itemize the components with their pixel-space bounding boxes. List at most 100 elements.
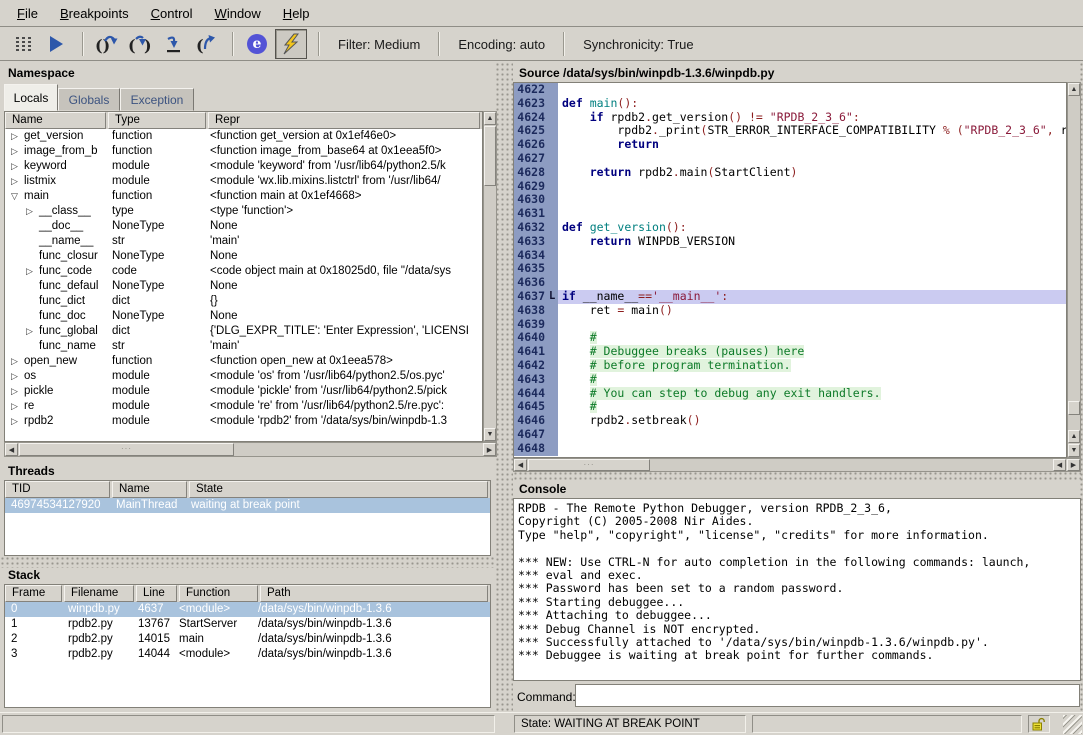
table-row[interactable]: ▽mainfunction<function main at 0x1ef4668…	[5, 189, 482, 204]
go-button[interactable]	[41, 30, 71, 58]
source-vscrollbar[interactable]: ▲ ▲ ▼	[1067, 82, 1081, 458]
gutter-margin[interactable]	[549, 193, 558, 207]
namespace-table[interactable]: NameTypeRepr ▷get_versionfunction<functi…	[4, 111, 483, 442]
table-row[interactable]: ▷listmixmodule<module 'wx.lib.mixins.lis…	[5, 174, 482, 189]
gutter-margin[interactable]	[549, 235, 558, 249]
line-number[interactable]: 4631	[514, 207, 549, 221]
column-header-state[interactable]: State	[189, 481, 488, 498]
resize-grip[interactable]	[1063, 715, 1082, 734]
gutter-margin[interactable]	[549, 262, 558, 276]
expand-closed-icon[interactable]: ▷	[11, 174, 24, 189]
column-header-name[interactable]: Name	[5, 112, 106, 129]
table-row[interactable]: ▷picklemodule<module 'pickle' from '/usr…	[5, 384, 482, 399]
synchronicity-button[interactable]	[275, 29, 307, 59]
scroll-up-icon[interactable]: ▲	[1068, 83, 1080, 96]
line-number[interactable]: 4623	[514, 97, 549, 111]
source-code[interactable]: 46224623def main():4624 if rpdb2.get_ver…	[513, 82, 1067, 458]
stack-table[interactable]: FrameFilenameLineFunctionPath 0winpdb.py…	[4, 584, 491, 708]
gutter-margin[interactable]	[549, 221, 558, 235]
expand-closed-icon[interactable]: ▷	[11, 369, 24, 384]
menu-file[interactable]: File	[6, 2, 49, 25]
gutter-margin[interactable]	[549, 304, 558, 318]
scroll-left-icon[interactable]: ◀	[5, 443, 18, 456]
scroll-right-icon[interactable]: ▶	[483, 443, 496, 456]
expand-closed-icon[interactable]: ▷	[26, 204, 39, 219]
scroll-left-icon[interactable]: ◀	[1053, 459, 1066, 471]
scroll-thumb[interactable]: ···	[528, 459, 650, 471]
table-row[interactable]: ▷image_from_bfunction<function image_fro…	[5, 144, 482, 159]
line-number[interactable]: 4644	[514, 387, 549, 401]
line-number[interactable]: 4625	[514, 124, 549, 138]
gutter-margin[interactable]	[549, 318, 558, 332]
gutter-margin[interactable]	[549, 331, 558, 345]
gutter-margin[interactable]	[549, 373, 558, 387]
menu-breakpoints[interactable]: Breakpoints	[49, 2, 140, 25]
gutter-margin[interactable]	[549, 359, 558, 373]
gutter-margin[interactable]	[549, 124, 558, 138]
line-number[interactable]: 4637	[514, 290, 549, 304]
table-row[interactable]: ▷keywordmodule<module 'keyword' from '/u…	[5, 159, 482, 174]
tab-exception[interactable]: Exception	[120, 88, 194, 111]
line-number[interactable]: 4647	[514, 428, 549, 442]
column-header-function[interactable]: Function	[179, 585, 258, 602]
table-row[interactable]: ▷open_newfunction<function open_new at 0…	[5, 354, 482, 369]
gutter-margin[interactable]	[549, 111, 558, 125]
line-number[interactable]: 4627	[514, 152, 549, 166]
gutter-margin[interactable]	[549, 152, 558, 166]
column-header-path[interactable]: Path	[260, 585, 488, 602]
threads-stack-splitter[interactable]	[0, 556, 495, 568]
line-number[interactable]: 4624	[514, 111, 549, 125]
table-row[interactable]: ▷osmodule<module 'os' from '/usr/lib64/p…	[5, 369, 482, 384]
filter-label[interactable]: Filter: Medium	[328, 37, 430, 52]
column-header-type[interactable]: Type	[108, 112, 206, 129]
table-row[interactable]: 3rpdb2.py14044<module>/data/sys/bin/winp…	[5, 647, 490, 662]
step-into-button[interactable]: ( )	[125, 30, 155, 58]
gutter-margin[interactable]	[549, 249, 558, 263]
expand-closed-icon[interactable]: ▷	[11, 384, 24, 399]
break-button[interactable]	[8, 30, 38, 58]
gutter-margin[interactable]	[549, 345, 558, 359]
line-number[interactable]: 4628	[514, 166, 549, 180]
gutter-margin[interactable]	[549, 276, 558, 290]
table-row[interactable]: func_defaulNoneTypeNone	[5, 279, 482, 294]
gutter-margin[interactable]	[549, 166, 558, 180]
expand-closed-icon[interactable]: ▷	[11, 399, 24, 414]
encoding-label[interactable]: Encoding: auto	[448, 37, 555, 52]
gutter-margin[interactable]	[549, 400, 558, 414]
line-number[interactable]: 4638	[514, 304, 549, 318]
expand-closed-icon[interactable]: ▷	[11, 414, 24, 429]
table-row[interactable]: func_closurNoneTypeNone	[5, 249, 482, 264]
scroll-up-icon[interactable]: ▲	[484, 112, 496, 125]
table-row[interactable]: func_namestr'main'	[5, 339, 482, 354]
line-number[interactable]: 4648	[514, 442, 549, 456]
namespace-vscrollbar[interactable]: ▲ ▼	[483, 111, 497, 442]
step-next-button[interactable]: ()	[92, 30, 122, 58]
line-number[interactable]: 4640	[514, 331, 549, 345]
line-number[interactable]: 4622	[514, 83, 549, 97]
scroll-up-icon[interactable]: ▲	[1068, 430, 1080, 443]
encoding-button[interactable]: e	[242, 30, 272, 58]
column-header-repr[interactable]: Repr	[208, 112, 480, 129]
line-number[interactable]: 4636	[514, 276, 549, 290]
table-row[interactable]: ▷func_codecode<code object main at 0x180…	[5, 264, 482, 279]
expand-closed-icon[interactable]: ▷	[11, 129, 24, 144]
gutter-margin[interactable]	[549, 442, 558, 456]
run-to-line-button[interactable]	[158, 30, 188, 58]
expand-open-icon[interactable]: ▽	[11, 189, 24, 204]
expand-closed-icon[interactable]: ▷	[11, 354, 24, 369]
line-number[interactable]: 4642	[514, 359, 549, 373]
line-number[interactable]: 4634	[514, 249, 549, 263]
line-number[interactable]: 4632	[514, 221, 549, 235]
tab-locals[interactable]: Locals	[4, 84, 58, 111]
gutter-margin[interactable]	[549, 180, 558, 194]
table-row[interactable]: ▷remodule<module 're' from '/usr/lib64/p…	[5, 399, 482, 414]
source-console-splitter[interactable]	[513, 471, 1081, 480]
gutter-margin[interactable]	[549, 387, 558, 401]
synchronicity-label[interactable]: Synchronicity: True	[573, 37, 704, 52]
scroll-down-icon[interactable]: ▼	[484, 428, 496, 441]
expand-closed-icon[interactable]: ▷	[26, 324, 39, 339]
scroll-thumb[interactable]: ···	[19, 443, 234, 456]
expand-closed-icon[interactable]: ▷	[11, 144, 24, 159]
table-row[interactable]: ▷__class__type<type 'function'>	[5, 204, 482, 219]
gutter-margin[interactable]	[549, 414, 558, 428]
